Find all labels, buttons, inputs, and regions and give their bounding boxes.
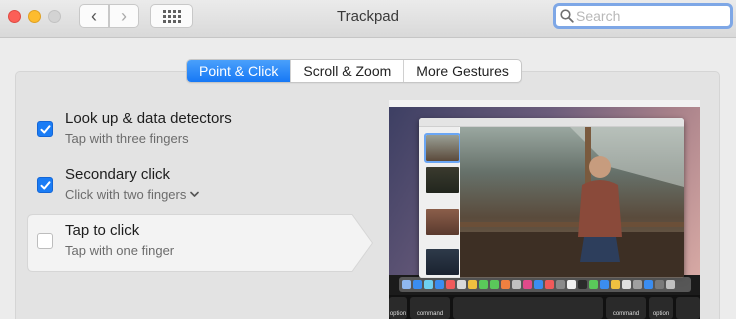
search-input[interactable] xyxy=(576,8,726,24)
tab-scroll-zoom[interactable]: Scroll & Zoom xyxy=(291,60,405,82)
tap-to-click-checkbox[interactable] xyxy=(37,233,53,249)
preview-key-command: command xyxy=(410,297,450,319)
secondary-click-dropdown[interactable]: Click with two fingers xyxy=(65,187,200,202)
gesture-preview-video: option command command option xyxy=(389,100,700,319)
preview-photo-art xyxy=(460,127,684,278)
preview-thumbnail xyxy=(426,167,459,193)
preview-key-command: command xyxy=(606,297,646,319)
checkmark-icon xyxy=(40,124,50,133)
preview-key-option: option xyxy=(389,297,407,319)
tab-bar: Point & Click Scroll & Zoom More Gesture… xyxy=(186,59,522,83)
preview-photo xyxy=(460,127,684,278)
preview-key-option: option xyxy=(649,297,673,319)
search-field[interactable] xyxy=(553,3,733,29)
preview-thumbnail xyxy=(426,209,459,235)
option-tap-to-click[interactable]: Tap to click Tap with one finger xyxy=(27,214,373,272)
look-up-checkbox[interactable] xyxy=(37,121,53,137)
tab-point-click[interactable]: Point & Click xyxy=(187,60,292,82)
search-icon xyxy=(560,9,574,23)
option-title: Tap to click xyxy=(65,222,140,239)
chevron-down-icon xyxy=(190,191,200,197)
checkmark-icon xyxy=(40,180,50,189)
preview-window-toolbar xyxy=(419,118,684,127)
option-title: Look up & data detectors xyxy=(65,110,232,127)
preview-dock xyxy=(399,277,691,292)
option-subtitle-text: Tap with one finger xyxy=(65,243,175,258)
option-subtitle: Tap with three fingers xyxy=(65,131,189,146)
preview-photos-window xyxy=(419,118,684,278)
option-look-up[interactable]: Look up & data detectors Tap with three … xyxy=(27,102,357,158)
preview-key-arrow xyxy=(676,297,700,319)
option-subtitle-text: Tap with three fingers xyxy=(65,131,189,146)
preview-thumbnail xyxy=(426,249,459,275)
option-subtitle: Tap with one finger xyxy=(65,243,174,258)
tab-more-gestures[interactable]: More Gestures xyxy=(404,60,521,82)
preview-menu-bar xyxy=(389,100,700,107)
preview-desktop xyxy=(389,107,700,278)
preview-keyboard: option command command option xyxy=(389,295,700,319)
title-bar: ‹ › Trackpad xyxy=(0,0,736,38)
preview-key-space xyxy=(453,297,603,319)
option-secondary-click[interactable]: Secondary click Click with two fingers xyxy=(27,158,357,214)
option-subtitle-text: Click with two fingers xyxy=(65,187,187,202)
preview-thumbnail-strip xyxy=(419,127,461,278)
option-title: Secondary click xyxy=(65,166,171,183)
preview-thumbnail xyxy=(424,133,461,163)
secondary-click-checkbox[interactable] xyxy=(37,177,53,193)
